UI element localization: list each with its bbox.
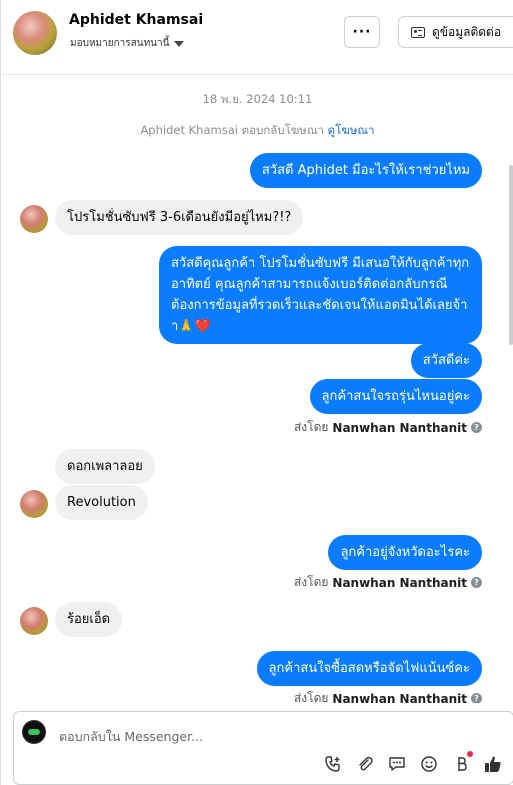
contact-card-icon (411, 26, 425, 38)
assign-label: มอบหมายการสนทนานี้ (70, 38, 170, 49)
sent-by-label: ส่งโดย (293, 691, 329, 703)
saved-reply-icon[interactable] (387, 754, 407, 774)
message-bubble-incoming[interactable]: โปรโมชั่นซับฟรี 3-6เดือนยังมีอยู่ไหม?!? (55, 200, 304, 235)
reply-input[interactable]: ตอบกลับใน Messenger... (59, 727, 203, 747)
message-bubble-outgoing[interactable]: สวัสดีค่ะ (410, 343, 482, 378)
call-add-icon[interactable] (323, 754, 343, 774)
payment-icon[interactable] (451, 751, 473, 774)
user-avatar[interactable] (20, 607, 48, 635)
message-bubble-outgoing[interactable]: สวัสดี Aphidet มีอะไรให้เราช่วยไหม (249, 153, 482, 188)
sender-name: Nanwhan Nanthanit (332, 691, 467, 704)
sent-by-label: ส่งโดย (293, 575, 329, 589)
notification-dot (467, 751, 473, 757)
sent-by-info: ส่งโดย Nanwhan Nanthanit ? (294, 418, 482, 437)
assign-conversation[interactable]: มอบหมายการสนทนานี้ (70, 36, 185, 51)
contact-name[interactable]: Aphidet Khamsai (69, 12, 203, 28)
help-icon[interactable]: ? (471, 693, 482, 703)
sender-name: Nanwhan Nanthanit (332, 420, 467, 435)
message-bubble-incoming[interactable]: ดอกเพลาลอย (55, 449, 155, 484)
message-thread[interactable]: 18 พ.ย. 2024 10:11 Aphidet Khamsai ตอบกล… (1, 75, 513, 703)
composer-toolbar (323, 751, 503, 774)
message-composer: ตอบกลับใน Messenger... (13, 711, 513, 785)
sender-name: Nanwhan Nanthanit (332, 575, 467, 590)
sent-by-info: ส่งโดย Nanwhan Nanthanit ? (294, 689, 482, 703)
ad-reply-text: Aphidet Khamsai ตอบกลับโฆษณา (140, 123, 324, 137)
more-options-button[interactable]: ··· (344, 16, 380, 48)
view-contact-label: ดูข้อมูลติดต่อ (432, 24, 502, 39)
ad-reply-info: Aphidet Khamsai ตอบกลับโฆษณา ดูโฆษณา (1, 122, 513, 140)
page-avatar (22, 720, 46, 744)
emoji-icon[interactable] (419, 754, 439, 774)
scrollbar[interactable] (509, 165, 513, 345)
heart-emoji: ❤️ (194, 319, 211, 334)
message-bubble-incoming[interactable]: Revolution (55, 485, 148, 520)
help-icon[interactable]: ? (471, 422, 482, 433)
contact-avatar[interactable] (13, 11, 57, 55)
message-bubble-outgoing[interactable]: ลูกค้าสนใจรถรุ่นไหนอยู่คะ (309, 379, 482, 414)
conversation-header: Aphidet Khamsai มอบหมายการสนทนานี้ ··· ด… (1, 0, 513, 75)
message-bubble-outgoing[interactable]: ลูกค้าสนใจซื้อสดหรือจัดไฟแน้นซ์คะ (256, 651, 482, 686)
thumbs-up-icon[interactable] (483, 754, 503, 774)
user-avatar[interactable] (20, 205, 48, 233)
sent-by-info: ส่งโดย Nanwhan Nanthanit ? (294, 573, 482, 592)
attachment-icon[interactable] (355, 754, 375, 774)
message-text: สวัสดีคุณลูกค้า โปรโมชั่นซับฟรี มีเสนอให… (171, 256, 470, 334)
help-icon[interactable]: ? (471, 577, 482, 588)
view-ad-link[interactable]: ดูโฆษณา (328, 123, 375, 137)
sent-by-label: ส่งโดย (293, 420, 329, 434)
message-bubble-outgoing[interactable]: ลูกค้าอยู่จังหวัดอะไรคะ (328, 535, 482, 570)
message-bubble-incoming[interactable]: ร้อยเอ็ด (55, 602, 123, 637)
message-timestamp: 18 พ.ย. 2024 10:11 (202, 92, 313, 106)
message-bubble-outgoing[interactable]: สวัสดีคุณลูกค้า โปรโมชั่นซับฟรี มีเสนอให… (159, 246, 482, 344)
conversation-panel: Aphidet Khamsai มอบหมายการสนทนานี้ ··· ด… (0, 0, 513, 785)
view-contact-button[interactable]: ดูข้อมูลติดต่อ (398, 16, 513, 48)
caret-down-icon (174, 40, 185, 47)
user-avatar[interactable] (20, 490, 48, 518)
